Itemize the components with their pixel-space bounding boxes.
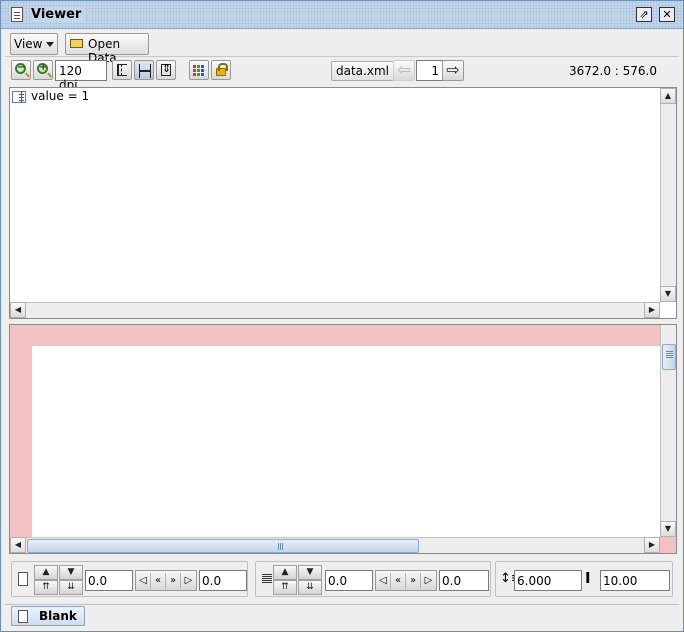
step-last-button[interactable]: » [166,573,181,589]
document-icon [11,7,23,22]
scroll-right-button[interactable]: ▶ [644,537,660,553]
line-control-group: ▲ ▼ ⇈ ⇊ 0.0 ◁ « » ▷ 0.0 [255,561,491,597]
step-up-button[interactable]: ▲ [273,565,297,580]
viewer-window: Viewer ⇗ ✕ View Open Data − + 120 dpi ⇕ … [0,0,684,632]
zoom-out-button[interactable]: − [11,60,31,80]
canvas-page[interactable] [32,346,660,538]
line-input-a[interactable]: 0.0 [325,570,373,591]
menu-row: View Open Data [5,30,679,65]
page-number-input[interactable]: 1 [416,60,443,81]
tab-blank-label: Blank [39,609,77,623]
scroll-up-button[interactable]: ▲ [660,88,676,104]
zoom-out-icon: − [15,62,26,74]
zoom-in-button[interactable]: + [33,60,53,80]
tree-panel: value = 1 ▲ ▼ ◀ ▶ [9,87,677,319]
text-size-input[interactable]: 10.00 [600,570,670,591]
toolbar: − + 120 dpi data.xml ⇦ 1 ⇨ 3672.0 : 576.… [5,58,679,92]
grid-button[interactable] [189,60,209,80]
grip-icon [666,351,673,352]
canvas-horizontal-scrollbar[interactable]: ◀ ▶ [10,537,660,553]
jump-bottom-button[interactable]: ⇊ [298,580,322,595]
status-bar: Blank [5,604,679,628]
page-icon [18,572,28,586]
view-dropdown[interactable]: View [10,33,58,55]
position-input-b[interactable]: 0.0 [199,570,247,591]
prev-page-button[interactable]: ⇦ [393,60,415,81]
close-button[interactable]: ✕ [659,7,675,22]
fit-height-button[interactable] [112,60,132,80]
jump-top-button[interactable]: ⇈ [273,580,297,595]
coordinates-readout: 3672.0 : 576.0 [568,64,657,78]
document-icon [18,610,28,623]
step-down-button[interactable]: ▼ [298,565,322,580]
step-next-button[interactable]: ▷ [181,573,196,589]
jump-top-button[interactable]: ⇈ [34,580,58,595]
folder-icon [70,39,83,48]
step-prev-button[interactable]: ◁ [136,573,151,589]
scroll-left-button[interactable]: ◀ [10,537,26,553]
maximize-button[interactable]: ⇗ [636,7,652,22]
step-next-button[interactable]: ▷ [421,573,436,589]
step-up-button[interactable]: ▲ [34,565,58,580]
next-page-button[interactable]: ⇨ [442,60,464,81]
canvas-panel: ▼ ◀ ▶ [9,324,677,554]
fit-height-icon [117,64,127,76]
line-height-input[interactable]: 6.000 [514,570,582,591]
scroll-right-button[interactable]: ▶ [644,302,660,318]
title-bar[interactable]: Viewer ⇗ ✕ [1,1,683,29]
position-input-a[interactable]: 0.0 [85,570,133,591]
fit-width-button[interactable] [134,60,154,80]
text-metrics-group: ↕≡ 6.000 I 10.00 [495,561,673,597]
arrow-right-icon: ⇨ [446,60,460,79]
canvas-horizontal-thumb[interactable] [27,539,419,553]
step-prev-button[interactable]: ◁ [376,573,391,589]
grip-icon [278,543,279,550]
lock-icon [216,63,228,76]
lines-icon [262,574,272,575]
canvas-vertical-scrollbar[interactable]: ▼ [660,325,676,537]
canvas-vertical-thumb[interactable] [662,344,676,370]
step-nav-cluster: ◁ « » ▷ [135,570,197,591]
value-node-icon [12,91,26,103]
chevron-down-icon [46,42,54,47]
file-name-button[interactable]: data.xml [331,61,394,81]
scroll-left-button[interactable]: ◀ [10,302,26,318]
step-last-button[interactable]: » [406,573,421,589]
grid-icon [193,64,205,76]
line-input-b[interactable]: 0.0 [439,570,489,591]
text-size-icon: I [585,569,591,587]
tab-blank[interactable]: Blank [11,606,85,626]
position-control-group: ▲ ▼ ⇈ ⇊ 0.0 ◁ « » ▷ 0.0 [11,561,248,597]
fit-page-icon [161,62,171,76]
step-down-button[interactable]: ▼ [59,565,83,580]
jump-bottom-button[interactable]: ⇊ [59,580,83,595]
fit-page-button[interactable] [156,60,176,80]
fit-width-icon [139,64,151,78]
zoom-in-icon: + [37,62,48,74]
tree-node-label: value = 1 [31,89,90,103]
lock-button[interactable] [211,60,231,80]
dpi-input[interactable]: 120 dpi [55,60,107,92]
arrow-left-icon: ⇦ [397,60,411,79]
scroll-down-button[interactable]: ▼ [660,521,676,537]
step-first-button[interactable]: « [151,573,166,589]
view-dropdown-label: View [14,37,43,51]
tree-vertical-scrollbar[interactable]: ▲ ▼ [660,88,676,302]
scroll-down-button[interactable]: ▼ [660,286,676,302]
step-nav-cluster: ◁ « » ▷ [375,570,437,591]
window-title: Viewer [31,7,86,22]
open-data-button[interactable]: Open Data [65,33,149,65]
step-first-button[interactable]: « [391,573,406,589]
tree-horizontal-scrollbar[interactable]: ◀ ▶ [10,302,660,318]
